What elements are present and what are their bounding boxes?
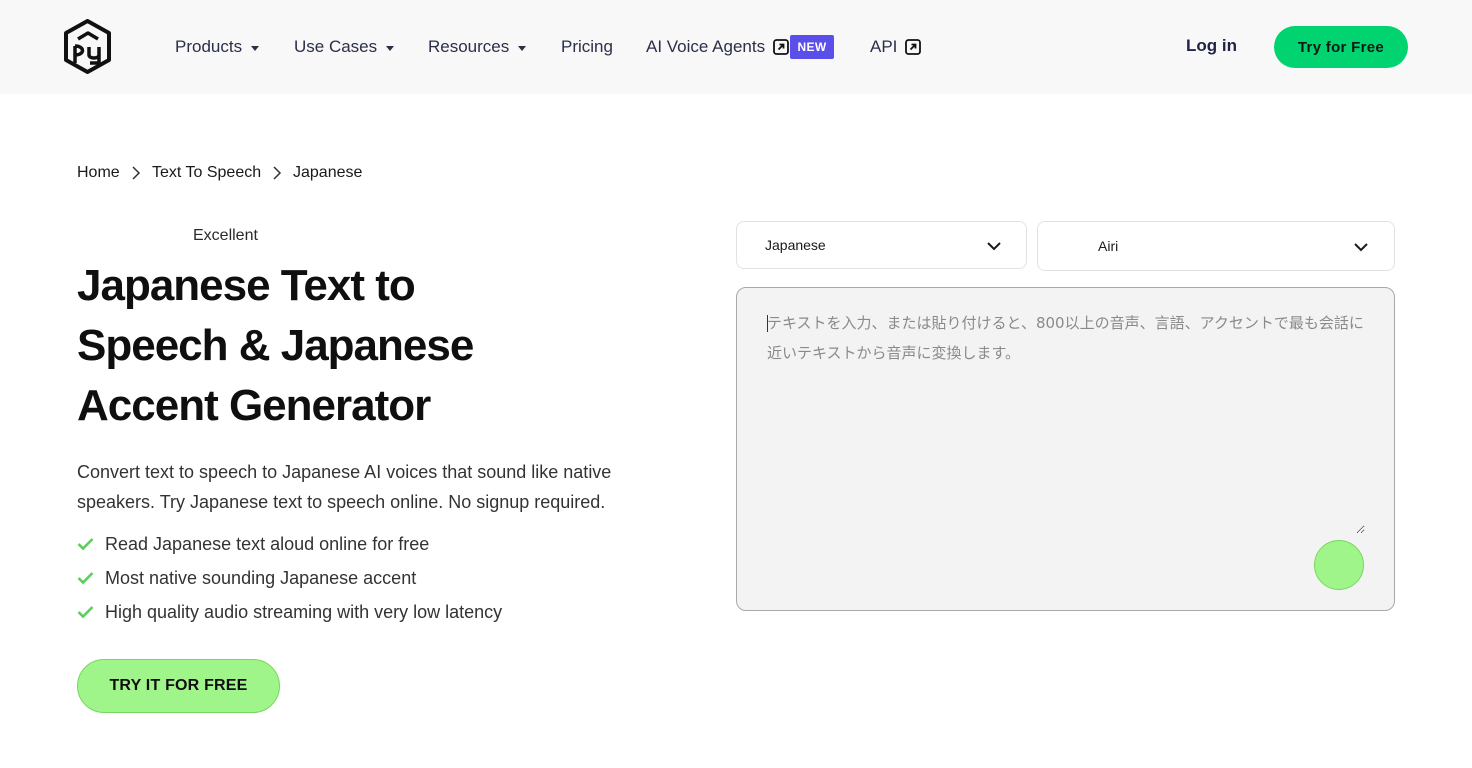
caret-down-icon: [386, 45, 395, 51]
try-it-for-free-button[interactable]: TRY IT FOR FREE: [77, 659, 280, 713]
chevron-right-icon: [273, 166, 282, 180]
voice-select[interactable]: Airi: [1037, 221, 1395, 271]
feature-text: Read Japanese text aloud online for free: [105, 533, 430, 554]
nav-products[interactable]: Products: [175, 36, 260, 58]
hero-description: Convert text to speech to Japanese AI vo…: [77, 462, 612, 512]
breadcrumb-text-to-speech[interactable]: Text To Speech: [152, 164, 261, 182]
page-title: Japanese Text to Speech & Japanese Accen…: [77, 261, 474, 430]
logo-icon[interactable]: [63, 19, 112, 74]
feature-item: Read Japanese text aloud online for free: [77, 532, 429, 556]
external-link-icon: [773, 39, 789, 55]
nav-resources[interactable]: Resources: [428, 36, 527, 58]
nav-api[interactable]: API: [870, 36, 922, 58]
nav-pricing[interactable]: Pricing: [561, 36, 613, 58]
nav-ai-voice-agents[interactable]: AI Voice Agents: [646, 36, 789, 58]
nav-api-label: API: [870, 37, 898, 56]
new-badge: NEW: [790, 35, 834, 59]
text-cursor: [767, 315, 768, 332]
voice-select-value: Airi: [1098, 238, 1119, 254]
language-select-value: Japanese: [765, 237, 826, 253]
feature-text: High quality audio streaming with very l…: [105, 601, 503, 622]
nav-use-cases-label: Use Cases: [294, 37, 378, 56]
check-icon: [77, 538, 94, 551]
feature-item: High quality audio streaming with very l…: [77, 600, 502, 624]
chevron-down-icon: [1354, 243, 1368, 252]
tts-text-input[interactable]: [767, 308, 1365, 534]
breadcrumb-japanese: Japanese: [293, 164, 363, 181]
login-link[interactable]: Log in: [1186, 36, 1237, 56]
breadcrumb-home[interactable]: Home: [77, 164, 120, 182]
chevron-right-icon: [132, 166, 141, 180]
chevron-down-icon: [987, 242, 1001, 251]
play-button[interactable]: [1314, 540, 1364, 590]
feature-text: Most native sounding Japanese accent: [105, 567, 417, 588]
rating-label: Excellent: [193, 227, 258, 244]
caret-down-icon: [251, 45, 260, 51]
site-header: Products Use Cases Resources Pricing AI …: [0, 0, 1472, 94]
check-icon: [77, 606, 94, 619]
nav-resources-label: Resources: [428, 37, 510, 56]
caret-down-icon: [518, 45, 527, 51]
nav-pricing-label: Pricing: [561, 37, 613, 56]
feature-item: Most native sounding Japanese accent: [77, 566, 416, 590]
text-editor-panel: [736, 287, 1395, 611]
nav-products-label: Products: [175, 37, 243, 56]
nav-ai-voice-agents-label: AI Voice Agents: [646, 37, 766, 56]
external-link-icon: [905, 39, 922, 55]
nav-use-cases[interactable]: Use Cases: [294, 36, 395, 58]
try-for-free-button[interactable]: Try for Free: [1274, 26, 1408, 68]
check-icon: [77, 572, 94, 585]
language-select[interactable]: Japanese: [736, 221, 1027, 269]
